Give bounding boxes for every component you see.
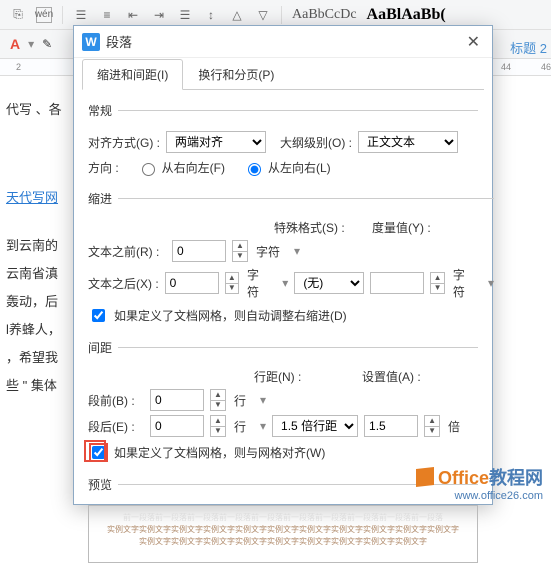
doc-line: 云南省滇 (0, 260, 75, 288)
space-after-label: 段后(E) : (88, 418, 144, 435)
space-after-spinner[interactable]: ▲▼ (210, 415, 226, 437)
indent-left-icon[interactable]: ⇤ (125, 7, 141, 23)
preview-box: 前一段落前一段落前一段落前一段落前一段落前一段落前一段落前一段落前一段落前一段落… (88, 505, 478, 563)
doc-line: 些 " 集体 (0, 372, 75, 400)
line-spacing-select[interactable]: 1.5 倍行距 (272, 415, 358, 437)
dialog-title: 段落 (106, 32, 463, 51)
align-label: 对齐方式(G) : (88, 134, 160, 151)
dropdown-icon[interactable]: ▾ (28, 37, 34, 51)
style-preview-bold[interactable]: AaBlAaBb( (367, 6, 446, 24)
watermark-brand: Office教程网 www.office26.com (416, 464, 543, 502)
dialog-tabs: 缩进和间距(I) 换行和分页(P) (82, 58, 484, 90)
section-preview-label: 预览 (88, 476, 118, 493)
line-spacing-icon[interactable]: ↕ (203, 7, 219, 23)
doc-line: ，希望我 (0, 344, 75, 372)
doc-line: 到云南的 (0, 232, 75, 260)
document-body: 代写 、各 天代写网 到云南的 云南省滇 轰动，后 l养蜂人， ，希望我 些 "… (0, 76, 75, 510)
space-before-label: 段前(B) : (88, 392, 144, 409)
brand-url: www.office26.com (416, 490, 543, 502)
separator (281, 6, 282, 24)
indent-before-label: 文本之前(R) : (88, 243, 166, 260)
style-heading-label[interactable]: 标题 2 (510, 38, 547, 57)
ruler-mark: 44 (501, 62, 511, 72)
measure-input[interactable] (370, 272, 424, 294)
snap-grid-label: 如果定义了文档网格，则与网格对齐(W) (114, 444, 325, 461)
indent-after-label: 文本之后(X) : (88, 275, 159, 292)
wen-icon[interactable]: wén (36, 7, 52, 23)
special-format-label: 特殊格式(S) : (274, 219, 364, 236)
brand-cube-icon (416, 467, 434, 487)
brand-name-1: Office (438, 468, 489, 488)
ruler-mark: 2 (16, 62, 21, 72)
tab-line-page-breaks[interactable]: 换行和分页(P) (183, 59, 289, 90)
indent-after-input[interactable] (165, 272, 219, 294)
app-logo-icon: W (82, 33, 100, 51)
indent-right-icon[interactable]: ⇥ (151, 7, 167, 23)
direction-ltr-radio[interactable]: 从左向右(L) (243, 159, 331, 176)
indent-before-spinner[interactable]: ▲▼ (232, 240, 248, 262)
doc-link[interactable]: 天代写网 (0, 184, 75, 212)
direction-label: 方向 : (88, 159, 119, 176)
brand-name-2: 教程网 (489, 468, 543, 488)
font-color-icon[interactable]: A (10, 36, 20, 52)
separator (62, 6, 63, 24)
section-spacing: 间距 行距(N) : 设置值(A) : 段前(B) : ▲▼ 行▾ 段后(E) … (88, 339, 478, 468)
set-value-spinner[interactable]: ▲▼ (424, 415, 440, 437)
measure-label: 度量值(Y) : (372, 219, 431, 236)
direction-ltr-label: 从左向右(L) (268, 159, 331, 176)
doc-line: 代写 、各 (0, 96, 75, 124)
section-general-label: 常规 (88, 102, 118, 119)
section-general: 常规 对齐方式(G) : 两端对齐 大纲级别(O) : 正文文本 方向 : 从右… (88, 102, 478, 182)
style-preview-normal[interactable]: AaBbCcDc (292, 7, 357, 23)
set-value-input[interactable] (364, 415, 418, 437)
tab-indent-spacing[interactable]: 缩进和间距(I) (82, 59, 183, 90)
outline-select[interactable]: 正文文本 (358, 131, 458, 153)
list-bullet-icon[interactable]: ☰ (73, 7, 89, 23)
line-spacing-label: 行距(N) : (254, 368, 354, 385)
indent-before-input[interactable] (172, 240, 226, 262)
doc-line: 轰动，后 (0, 288, 75, 316)
align-icon[interactable]: ☰ (177, 7, 193, 23)
unit-char: 字符 (453, 266, 474, 300)
unit-line: 行 (234, 392, 246, 409)
unit-char: 字符 (247, 266, 268, 300)
dialog-content: 常规 对齐方式(G) : 两端对齐 大纲级别(O) : 正文文本 方向 : 从右… (74, 90, 492, 575)
highlight-icon[interactable]: ✎ (42, 37, 52, 51)
unit-line: 行 (234, 418, 246, 435)
section-indent: 缩进 特殊格式(S) : 度量值(Y) : 文本之前(R) : ▲▼ 字符▾ 文… (88, 190, 494, 331)
section-indent-label: 缩进 (88, 190, 118, 207)
direction-rtl-radio[interactable]: 从右向左(F) (137, 159, 225, 176)
paragraph-dialog: W 段落 ✕ 缩进和间距(I) 换行和分页(P) 常规 对齐方式(G) : 两端… (73, 25, 493, 505)
doc-line: l养蜂人， (0, 316, 75, 344)
copy-icon[interactable]: ⎘ (10, 7, 26, 23)
preview-sample-text: 实例文字实例文字实例文字实例文字实例文字实例文字实例文字实例文字实例文字实例文字… (107, 524, 459, 548)
set-value-label: 设置值(A) : (362, 368, 421, 385)
measure-spinner[interactable]: ▲▼ (430, 272, 444, 294)
ruler-a-icon[interactable]: △ (229, 7, 245, 23)
list-number-icon[interactable]: ≡ (99, 7, 115, 23)
close-icon[interactable]: ✕ (463, 32, 484, 52)
align-select[interactable]: 两端对齐 (166, 131, 266, 153)
space-before-input[interactable] (150, 389, 204, 411)
ruler-b-icon[interactable]: ▽ (255, 7, 271, 23)
space-before-spinner[interactable]: ▲▼ (210, 389, 226, 411)
direction-rtl-label: 从右向左(F) (162, 159, 225, 176)
unit-times: 倍 (448, 418, 460, 435)
preview-faint-text: 前一段落前一段落前一段落前一段落前一段落前一段落前一段落前一段落前一段落前一段落 (107, 512, 459, 524)
auto-indent-label: 如果定义了文档网格，则自动调整右缩进(D) (114, 307, 347, 324)
auto-indent-checkbox[interactable] (92, 309, 105, 322)
dialog-titlebar: W 段落 ✕ (74, 26, 492, 58)
highlight-box (84, 440, 106, 462)
ruler-mark: 46 (541, 62, 551, 72)
outline-label: 大纲级别(O) : (280, 134, 352, 151)
section-spacing-label: 间距 (88, 339, 118, 356)
unit-char: 字符 (256, 243, 280, 260)
space-after-input[interactable] (150, 415, 204, 437)
indent-after-spinner[interactable]: ▲▼ (225, 272, 239, 294)
special-format-select[interactable]: (无) (294, 272, 364, 294)
